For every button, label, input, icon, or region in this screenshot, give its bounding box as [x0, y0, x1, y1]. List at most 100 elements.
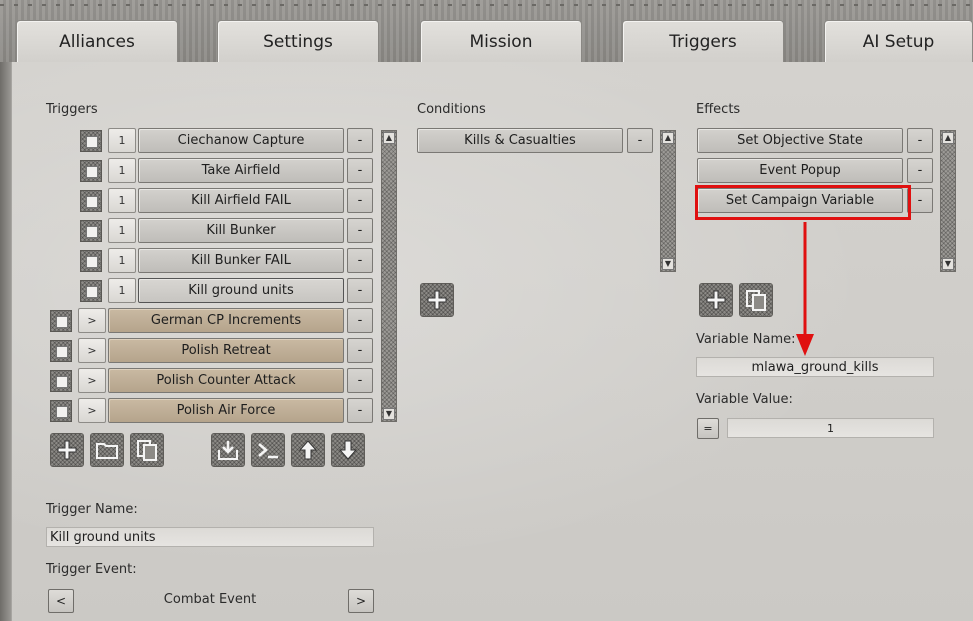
effect-item[interactable]: Set Objective State: [697, 128, 903, 153]
add-trigger-button[interactable]: [50, 433, 84, 467]
trigger-item-label: Polish Air Force: [176, 403, 276, 418]
trigger-item-label: Polish Retreat: [181, 343, 271, 358]
scroll-down-icon[interactable]: ▼: [662, 258, 674, 270]
triggers-scrollbar[interactable]: ▲ ▼: [381, 130, 397, 422]
trigger-item[interactable]: German CP Increments: [108, 308, 344, 333]
trigger-item[interactable]: Kill Airfield FAIL: [138, 188, 344, 213]
scroll-up-icon[interactable]: ▲: [662, 132, 674, 144]
trigger-index[interactable]: 1: [108, 278, 136, 303]
tab-triggers[interactable]: Triggers: [622, 20, 784, 62]
expand-trigger-button[interactable]: >: [78, 368, 106, 393]
trigger-item-selected[interactable]: Kill ground units: [138, 278, 344, 303]
arrow-up-icon: [298, 440, 318, 460]
effect-item-label: Event Popup: [759, 163, 841, 178]
trigger-item-label: Kill Airfield FAIL: [191, 193, 291, 208]
variable-value-input[interactable]: 1: [727, 418, 934, 438]
effect-item[interactable]: Event Popup: [697, 158, 903, 183]
tab-settings[interactable]: Settings: [217, 20, 379, 62]
remove-trigger-button[interactable]: -: [347, 308, 373, 333]
effects-heading: Effects: [696, 102, 741, 117]
trigger-item-label: German CP Increments: [150, 313, 302, 328]
add-icon: [427, 290, 447, 310]
trigger-item[interactable]: Kill Bunker FAIL: [138, 248, 344, 273]
tab-ai-setup-label: AI Setup: [862, 31, 935, 52]
trigger-item-label: Take Airfield: [201, 163, 281, 178]
trigger-index[interactable]: 1: [108, 218, 136, 243]
remove-effect-button[interactable]: -: [907, 128, 933, 153]
tab-settings-label: Settings: [263, 31, 333, 52]
left-border: [0, 62, 11, 621]
trigger-item[interactable]: Polish Air Force: [108, 398, 344, 423]
copy-icon: [746, 290, 766, 311]
tab-mission-label: Mission: [469, 31, 533, 52]
trigger-checkbox[interactable]: [80, 280, 102, 302]
expand-trigger-button[interactable]: >: [78, 308, 106, 333]
add-condition-button[interactable]: [420, 283, 454, 317]
remove-condition-button[interactable]: -: [627, 128, 653, 153]
add-folder-button[interactable]: [90, 433, 124, 467]
scroll-up-icon[interactable]: ▲: [383, 132, 395, 144]
effects-scrollbar[interactable]: ▲ ▼: [940, 130, 956, 272]
trigger-name-input[interactable]: Kill ground units: [46, 527, 374, 547]
remove-trigger-button[interactable]: -: [347, 278, 373, 303]
trigger-checkbox[interactable]: [50, 310, 72, 332]
expand-trigger-button[interactable]: >: [78, 398, 106, 423]
folder-icon: [96, 443, 118, 459]
prev-event-button[interactable]: <: [48, 589, 74, 613]
conditions-scrollbar[interactable]: ▲ ▼: [660, 130, 676, 272]
trigger-checkbox[interactable]: [80, 190, 102, 212]
trigger-checkbox[interactable]: [80, 130, 102, 152]
remove-trigger-button[interactable]: -: [347, 188, 373, 213]
trigger-index[interactable]: 1: [108, 128, 136, 153]
remove-trigger-button[interactable]: -: [347, 368, 373, 393]
trigger-item-label: Polish Counter Attack: [156, 373, 296, 388]
tab-ai-setup[interactable]: AI Setup: [824, 20, 973, 62]
trigger-index[interactable]: 1: [108, 158, 136, 183]
condition-item-label: Kills & Casualties: [464, 133, 576, 148]
console-button[interactable]: [251, 433, 285, 467]
tab-triggers-label: Triggers: [669, 31, 737, 52]
operator-button[interactable]: =: [697, 418, 719, 439]
import-button[interactable]: [211, 433, 245, 467]
trigger-index[interactable]: 1: [108, 188, 136, 213]
condition-item[interactable]: Kills & Casualties: [417, 128, 623, 153]
trigger-checkbox[interactable]: [50, 400, 72, 422]
trigger-checkbox[interactable]: [80, 250, 102, 272]
remove-trigger-button[interactable]: -: [347, 398, 373, 423]
tab-mission[interactable]: Mission: [420, 20, 582, 62]
trigger-item[interactable]: Kill Bunker: [138, 218, 344, 243]
trigger-checkbox[interactable]: [80, 160, 102, 182]
remove-trigger-button[interactable]: -: [347, 338, 373, 363]
trigger-item[interactable]: Polish Counter Attack: [108, 368, 344, 393]
tab-alliances[interactable]: Alliances: [16, 20, 178, 62]
remove-trigger-button[interactable]: -: [347, 128, 373, 153]
variable-name-label: Variable Name:: [696, 332, 796, 347]
conditions-heading: Conditions: [417, 102, 486, 117]
scroll-down-icon[interactable]: ▼: [942, 258, 954, 270]
move-up-button[interactable]: [291, 433, 325, 467]
trigger-checkbox[interactable]: [50, 370, 72, 392]
variable-value: 1: [827, 421, 834, 435]
expand-trigger-button[interactable]: >: [78, 338, 106, 363]
trigger-item[interactable]: Ciechanow Capture: [138, 128, 344, 153]
copy-trigger-button[interactable]: [130, 433, 164, 467]
scroll-up-icon[interactable]: ▲: [942, 132, 954, 144]
add-effect-button[interactable]: [699, 283, 733, 317]
remove-trigger-button[interactable]: -: [347, 158, 373, 183]
trigger-checkbox[interactable]: [50, 340, 72, 362]
scroll-down-icon[interactable]: ▼: [383, 408, 395, 420]
remove-effect-button[interactable]: -: [907, 158, 933, 183]
trigger-item[interactable]: Take Airfield: [138, 158, 344, 183]
copy-effect-button[interactable]: [739, 283, 773, 317]
copy-icon: [137, 440, 157, 461]
next-event-button[interactable]: >: [348, 589, 374, 613]
variable-name-input[interactable]: mlawa_ground_kills: [696, 357, 934, 377]
trigger-item[interactable]: Polish Retreat: [108, 338, 344, 363]
remove-trigger-button[interactable]: -: [347, 248, 373, 273]
trigger-checkbox[interactable]: [80, 220, 102, 242]
effect-item-label: Set Objective State: [737, 133, 863, 148]
move-down-button[interactable]: [331, 433, 365, 467]
trigger-event-value: Combat Event: [163, 592, 257, 607]
trigger-index[interactable]: 1: [108, 248, 136, 273]
remove-trigger-button[interactable]: -: [347, 218, 373, 243]
